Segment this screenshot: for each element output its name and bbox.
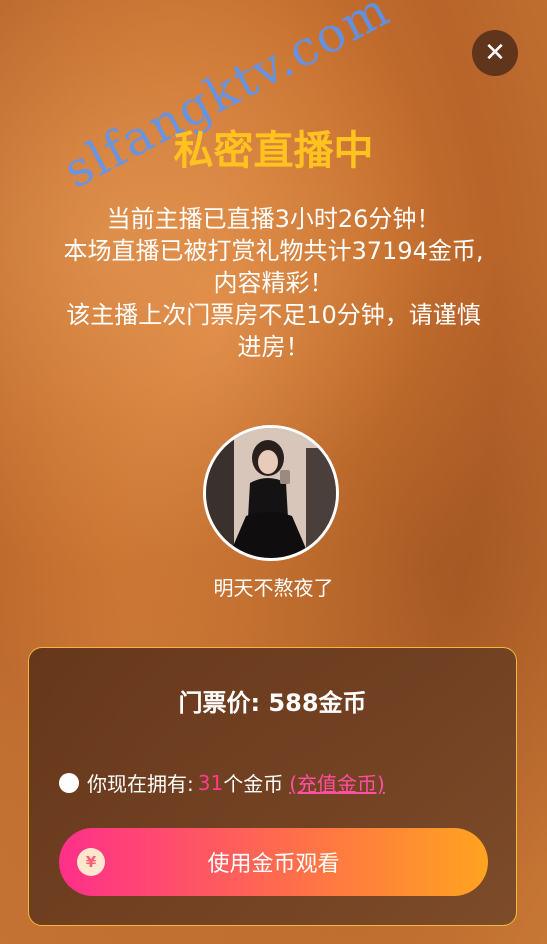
ticket-card: 门票价: 588金币 你现在拥有: 31 个金币 (充值金币) ¥ 使用金币观看: [28, 647, 517, 926]
price-label: 门票价:: [178, 689, 261, 717]
avatar-image: [206, 428, 336, 558]
description-line: 进房！: [237, 333, 310, 361]
coin-icon: ¥: [77, 848, 105, 876]
ticket-price: 门票价: 588金币: [29, 683, 516, 718]
balance-row: 你现在拥有: 31 个金币 (充值金币): [59, 768, 385, 797]
streamer-avatar: [203, 425, 339, 561]
radio-dot-icon[interactable]: [59, 772, 79, 793]
description-line: 当前主播已直播3小时26分钟！: [106, 205, 441, 233]
watch-button-label: 使用金币观看: [207, 852, 340, 877]
page-title: 私密直播中: [173, 128, 374, 174]
live-description: 当前主播已直播3小时26分钟！ 本场直播已被打赏礼物共计37194金币, 内容精…: [20, 203, 527, 363]
description-line: 本场直播已被打赏礼物共计37194金币,: [63, 237, 484, 265]
price-value: 588金币: [268, 689, 367, 717]
streamer-nickname: 明天不熬夜了: [213, 576, 334, 600]
description-line: 内容精彩！: [213, 269, 334, 297]
recharge-link[interactable]: (充值金币): [289, 768, 385, 797]
close-icon[interactable]: ✕: [484, 38, 506, 68]
coin-count: 31: [197, 770, 224, 795]
coin-unit: 个金币: [223, 772, 284, 796]
watch-with-coins-button[interactable]: ¥ 使用金币观看: [59, 828, 488, 896]
balance-prefix: 你现在拥有:: [87, 772, 194, 796]
description-line: 该主播上次门票房不足10分钟，请谨慎: [66, 301, 481, 329]
close-button[interactable]: ✕: [472, 30, 518, 76]
